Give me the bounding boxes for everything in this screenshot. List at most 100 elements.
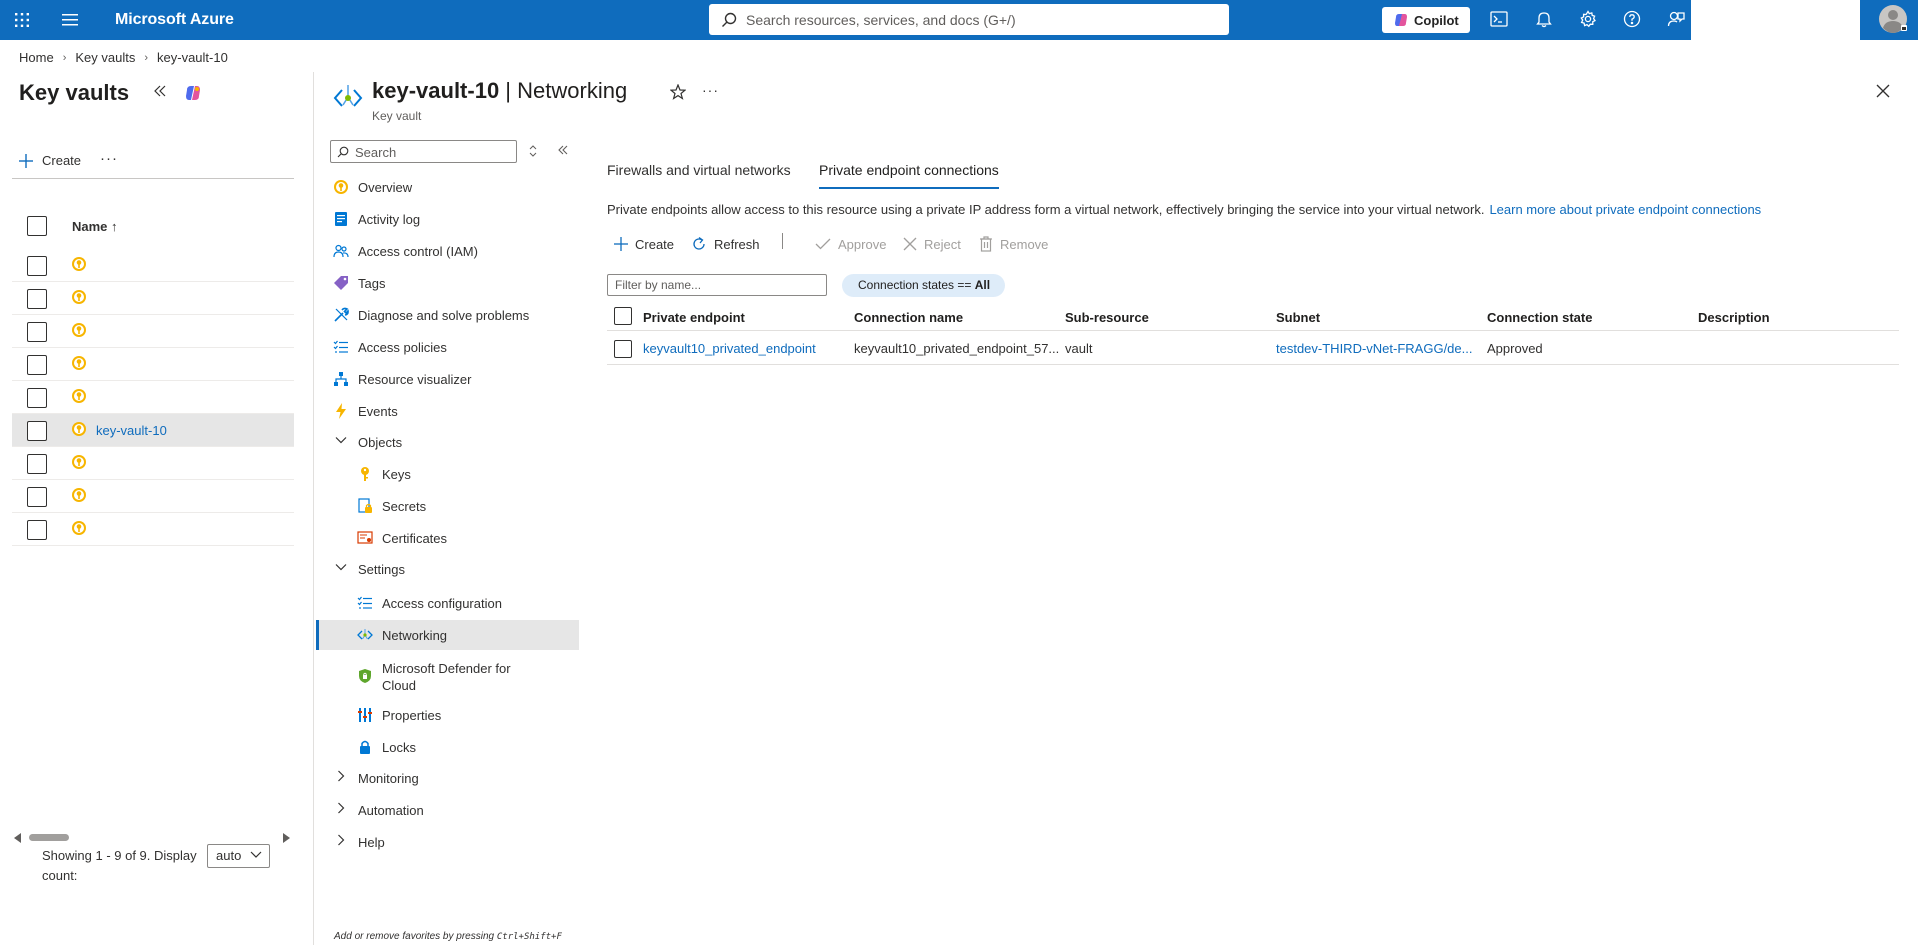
key-vault-name-link[interactable]: key-vault-10 — [96, 423, 167, 438]
copilot-button[interactable]: Copilot — [1382, 7, 1470, 33]
list-item[interactable] — [12, 447, 294, 480]
menu-group-settings[interactable]: Settings — [316, 554, 579, 584]
list-item[interactable] — [12, 381, 294, 414]
cloud-shell-icon[interactable] — [1490, 10, 1510, 30]
menu-group-monitoring[interactable]: Monitoring — [316, 763, 579, 793]
row-checkbox[interactable] — [27, 355, 47, 375]
list-item[interactable] — [12, 348, 294, 381]
display-count-select[interactable]: auto — [207, 844, 270, 868]
list-item[interactable] — [12, 249, 294, 282]
refresh-button[interactable]: Refresh — [691, 232, 760, 256]
menu-item-certificates[interactable]: Certificates — [316, 523, 579, 553]
menu-item-access-control-iam[interactable]: Access control (IAM) — [316, 236, 579, 266]
table-row[interactable]: keyvault10_privated_endpoint keyvault10_… — [607, 333, 1899, 365]
list-item[interactable]: key-vault-10 — [12, 414, 294, 447]
feedback-icon[interactable] — [1667, 10, 1687, 30]
reject-button[interactable]: Reject — [903, 232, 961, 256]
global-search-input[interactable]: Search resources, services, and docs (G+… — [709, 4, 1229, 35]
approve-button[interactable]: Approve — [815, 232, 886, 256]
horizontal-scrollbar[interactable] — [14, 832, 290, 844]
favorite-star-icon[interactable] — [670, 84, 686, 100]
menu-item-events[interactable]: Events — [316, 396, 579, 426]
page-title: key-vault-10 | Networking — [372, 78, 628, 103]
notifications-bell-icon[interactable] — [1535, 10, 1555, 30]
column-header-connection-name[interactable]: Connection name — [854, 310, 963, 325]
create-connection-button[interactable]: Create — [614, 232, 674, 256]
menu-item-networking[interactable]: Networking — [316, 620, 579, 650]
menu-item-resource-visualizer[interactable]: Resource visualizer — [316, 364, 579, 394]
row-checkbox[interactable] — [27, 421, 47, 441]
scroll-left-arrow-icon[interactable] — [14, 833, 22, 843]
column-header-sub-resource[interactable]: Sub-resource — [1065, 310, 1149, 325]
menu-item-locks[interactable]: Locks — [316, 732, 579, 762]
select-all-checkbox[interactable] — [27, 216, 47, 236]
connection-state-filter-pill[interactable]: Connection states == All — [842, 274, 1006, 297]
menu-group-label: Help — [358, 835, 385, 850]
row-checkbox[interactable] — [27, 388, 47, 408]
collapse-menu-icon[interactable] — [557, 145, 569, 155]
app-launcher-icon[interactable] — [14, 12, 30, 28]
row-checkbox[interactable] — [27, 520, 47, 540]
breadcrumb-key-vaults[interactable]: Key vaults — [75, 50, 135, 65]
row-checkbox[interactable] — [27, 322, 47, 342]
more-options-icon[interactable]: ··· — [100, 150, 118, 167]
list-item[interactable] — [12, 315, 294, 348]
close-icon[interactable] — [1876, 84, 1890, 98]
column-header-private-endpoint[interactable]: Private endpoint — [643, 310, 745, 325]
create-button[interactable]: Create — [19, 153, 81, 168]
menu-item-tags[interactable]: Tags — [316, 268, 579, 298]
column-header-connection-state[interactable]: Connection state — [1487, 310, 1592, 325]
menu-label: Access configuration — [382, 596, 502, 611]
avatar-icon[interactable] — [1878, 4, 1908, 36]
menu-group-objects[interactable]: Objects — [316, 427, 579, 457]
menu-group-automation[interactable]: Automation — [316, 795, 579, 825]
select-all-checkbox[interactable] — [614, 307, 632, 325]
menu-hamburger-icon[interactable] — [62, 13, 78, 27]
row-checkbox[interactable] — [27, 487, 47, 507]
networking-icon — [357, 627, 373, 643]
menu-item-access-configuration[interactable]: Access configuration — [316, 588, 579, 618]
brand-title[interactable]: Microsoft Azure — [115, 11, 234, 29]
menu-item-activity-log[interactable]: Activity log — [316, 204, 579, 234]
tab-firewalls[interactable]: Firewalls and virtual networks — [607, 162, 791, 178]
column-header-description[interactable]: Description — [1698, 310, 1770, 325]
help-icon[interactable] — [1623, 10, 1643, 30]
breadcrumb-current[interactable]: key-vault-10 — [157, 50, 228, 65]
menu-item-properties[interactable]: Properties — [316, 700, 579, 730]
scrollbar-thumb[interactable] — [29, 834, 69, 841]
menu-item-diagnose[interactable]: Diagnose and solve problems — [316, 300, 579, 330]
filter-by-name-input[interactable]: Filter by name... — [607, 274, 827, 296]
account-area[interactable] — [1860, 0, 1918, 40]
menu-item-overview[interactable]: Overview — [316, 172, 579, 202]
learn-more-link[interactable]: Learn more about private endpoint connec… — [1489, 202, 1761, 217]
breadcrumb-home[interactable]: Home — [19, 50, 54, 65]
sort-icon[interactable] — [528, 145, 538, 157]
menu-search-input[interactable]: Search — [330, 140, 517, 163]
copilot-icon[interactable] — [183, 83, 203, 103]
list-item[interactable] — [12, 480, 294, 513]
more-options-icon[interactable]: ··· — [702, 82, 719, 98]
column-name-header[interactable]: Name ↑ — [72, 219, 118, 234]
tab-private-endpoints[interactable]: Private endpoint connections — [819, 162, 999, 189]
menu-item-defender[interactable]: Microsoft Defender for Cloud — [316, 654, 579, 698]
menu-group-help[interactable]: Help — [316, 827, 579, 857]
menu-item-keys[interactable]: Keys — [316, 459, 579, 489]
settings-gear-icon[interactable] — [1579, 10, 1599, 30]
column-header-subnet[interactable]: Subnet — [1276, 310, 1320, 325]
menu-item-access-policies[interactable]: Access policies — [316, 332, 579, 362]
list-item[interactable] — [12, 282, 294, 315]
remove-button[interactable]: Remove — [979, 232, 1048, 256]
scroll-right-arrow-icon[interactable] — [282, 833, 290, 843]
row-checkbox[interactable] — [27, 256, 47, 276]
subnet-link[interactable]: testdev-THIRD-vNet-FRAGG/de... — [1276, 341, 1472, 356]
list-header: Name ↑ — [12, 212, 294, 242]
private-endpoint-link[interactable]: keyvault10_privated_endpoint — [643, 341, 816, 356]
row-checkbox[interactable] — [27, 454, 47, 474]
menu-item-secrets[interactable]: Secrets — [316, 491, 579, 521]
row-checkbox[interactable] — [614, 340, 632, 358]
collapse-list-icon[interactable] — [153, 85, 167, 97]
row-checkbox[interactable] — [27, 289, 47, 309]
key-vault-icon — [71, 322, 87, 338]
list-item[interactable] — [12, 513, 294, 546]
approve-label: Approve — [838, 236, 887, 252]
